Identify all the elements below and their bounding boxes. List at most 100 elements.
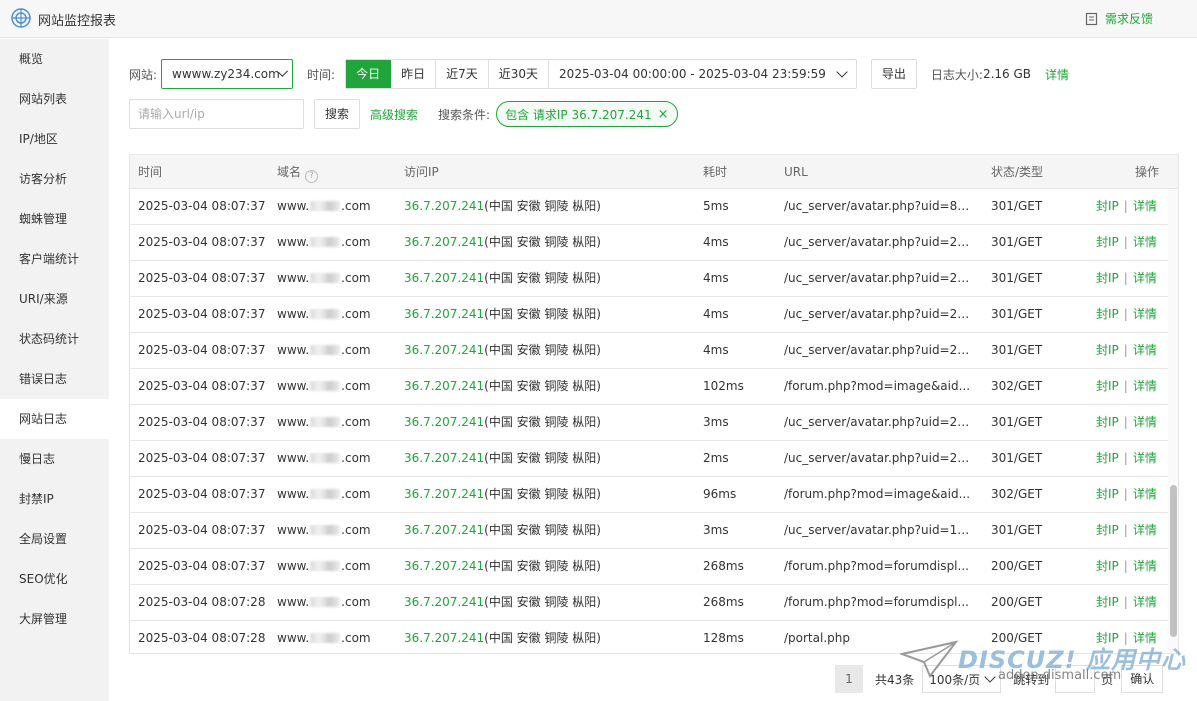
ban-ip-link[interactable]: 封IP xyxy=(1096,379,1119,393)
sidebar-item-ip-region[interactable]: IP/地区 xyxy=(0,119,109,159)
row-detail-link[interactable]: 详情 xyxy=(1133,235,1157,249)
ip-link[interactable]: 36.7.207.241 xyxy=(404,379,484,393)
row-detail-link[interactable]: 详情 xyxy=(1133,487,1157,501)
ops-separator: | xyxy=(1123,235,1128,249)
cell-status: 301/GET xyxy=(991,235,1043,249)
header-ops: 操作 xyxy=(1135,165,1160,179)
search-button[interactable]: 搜索 xyxy=(314,99,361,129)
table-row: 2025-03-04 08:07:37 www. .com 36.7.207.241(… xyxy=(130,477,1168,513)
domain-suffix: .com xyxy=(341,523,371,537)
ip-link[interactable]: 36.7.207.241 xyxy=(404,487,484,501)
row-detail-link[interactable]: 详情 xyxy=(1133,523,1157,537)
ip-link[interactable]: 36.7.207.241 xyxy=(404,595,484,609)
range-7days-button[interactable]: 近7天 xyxy=(436,60,489,88)
jump-page-input[interactable] xyxy=(1055,665,1096,693)
ban-ip-link[interactable]: 封IP xyxy=(1096,343,1119,357)
search-row: 搜索 高级搜索 搜索条件: 包含 请求IP 36.7.207.241 × xyxy=(129,99,678,129)
range-yesterday-button[interactable]: 昨日 xyxy=(391,60,437,88)
sidebar-item-visitor-analysis[interactable]: 访客分析 xyxy=(0,159,109,199)
ip-link[interactable]: 36.7.207.241 xyxy=(404,199,484,213)
search-input[interactable] xyxy=(129,99,304,129)
cell-url: /portal.php xyxy=(784,631,850,645)
ip-link[interactable]: 36.7.207.241 xyxy=(404,631,484,645)
sidebar-item-uri-source[interactable]: URI/来源 xyxy=(0,279,109,319)
row-detail-link[interactable]: 详情 xyxy=(1133,199,1157,213)
redacted-blur xyxy=(310,237,341,247)
ip-link[interactable]: 36.7.207.241 xyxy=(404,307,484,321)
cell-ops: 封IP | 详情 xyxy=(1096,477,1157,512)
sidebar-item-error-log[interactable]: 错误日志 xyxy=(0,359,109,399)
log-size-detail-link[interactable]: 详情 xyxy=(1045,66,1069,83)
domain-prefix: www. xyxy=(277,415,310,429)
sidebar-item-slow-log[interactable]: 慢日志 xyxy=(0,439,109,479)
sidebar-item-seo[interactable]: SEO优化 xyxy=(0,559,109,599)
page-unit-label: 页 xyxy=(1101,672,1114,687)
page-size-select[interactable]: 100条/页 xyxy=(922,665,1002,693)
sidebar-item-site-log[interactable]: 网站日志 xyxy=(0,399,109,439)
advanced-search-link[interactable]: 高级搜索 xyxy=(370,106,418,123)
sidebar-item-spider[interactable]: 蜘蛛管理 xyxy=(0,199,109,239)
ban-ip-link[interactable]: 封IP xyxy=(1096,631,1119,645)
sidebar-item-site-list[interactable]: 网站列表 xyxy=(0,79,109,119)
scrollbar-thumb[interactable] xyxy=(1170,485,1177,637)
sidebar-item-big-screen[interactable]: 大屏管理 xyxy=(0,599,109,639)
row-detail-link[interactable]: 详情 xyxy=(1133,343,1157,357)
ban-ip-link[interactable]: 封IP xyxy=(1096,199,1119,213)
feedback-button[interactable]: 需求反馈 xyxy=(1085,10,1153,27)
sidebar-item-status-codes[interactable]: 状态码统计 xyxy=(0,319,109,359)
ban-ip-link[interactable]: 封IP xyxy=(1096,415,1119,429)
row-detail-link[interactable]: 详情 xyxy=(1133,415,1157,429)
ban-ip-link[interactable]: 封IP xyxy=(1096,235,1119,249)
ban-ip-link[interactable]: 封IP xyxy=(1096,595,1119,609)
ip-link[interactable]: 36.7.207.241 xyxy=(404,343,484,357)
table-row: 2025-03-04 08:07:28 www. .com 36.7.207.241(… xyxy=(130,585,1168,621)
ban-ip-link[interactable]: 封IP xyxy=(1096,523,1119,537)
row-detail-link[interactable]: 详情 xyxy=(1133,379,1157,393)
row-detail-link[interactable]: 详情 xyxy=(1133,451,1157,465)
header-domain-label: 域名 xyxy=(277,165,302,179)
row-detail-link[interactable]: 详情 xyxy=(1133,631,1157,645)
ip-location: (中国 安徽 铜陵 枞阳) xyxy=(484,235,601,249)
date-range-picker[interactable]: 2025-03-04 00:00:00 - 2025-03-04 23:59:5… xyxy=(549,60,856,88)
cell-status: 301/GET xyxy=(991,307,1043,321)
ops-separator: | xyxy=(1123,559,1128,573)
page-number-button[interactable]: 1 xyxy=(835,665,863,693)
ban-ip-link[interactable]: 封IP xyxy=(1096,307,1119,321)
ban-ip-link[interactable]: 封IP xyxy=(1096,559,1119,573)
ban-ip-link[interactable]: 封IP xyxy=(1096,271,1119,285)
table-scrollbar[interactable] xyxy=(1168,189,1178,653)
close-icon[interactable]: × xyxy=(658,108,669,121)
table-row: 2025-03-04 08:07:37 www. .com 36.7.207.241(… xyxy=(130,369,1168,405)
cell-ops: 封IP | 详情 xyxy=(1096,549,1157,584)
help-circle-icon[interactable]: ? xyxy=(305,170,319,183)
row-detail-link[interactable]: 详情 xyxy=(1133,307,1157,321)
ip-link[interactable]: 36.7.207.241 xyxy=(404,559,484,573)
sidebar-item-client-stats[interactable]: 客户端统计 xyxy=(0,239,109,279)
range-today-button[interactable]: 今日 xyxy=(346,60,392,88)
domain-suffix: .com xyxy=(341,343,371,357)
ip-link[interactable]: 36.7.207.241 xyxy=(404,271,484,285)
sidebar-item-banned-ip[interactable]: 封禁IP xyxy=(0,479,109,519)
ip-link[interactable]: 36.7.207.241 xyxy=(404,451,484,465)
export-button[interactable]: 导出 xyxy=(870,59,917,89)
cell-ip: 36.7.207.241(中国 安徽 铜陵 枞阳) xyxy=(404,585,601,620)
ip-link[interactable]: 36.7.207.241 xyxy=(404,523,484,537)
sidebar-item-global-settings[interactable]: 全局设置 xyxy=(0,519,109,559)
row-detail-link[interactable]: 详情 xyxy=(1133,271,1157,285)
domain-prefix: www. xyxy=(277,343,310,357)
row-detail-link[interactable]: 详情 xyxy=(1133,559,1157,573)
sidebar-item-overview[interactable]: 概览 xyxy=(0,39,109,79)
cell-time: 2025-03-04 08:07:37 xyxy=(138,487,266,501)
cell-ops: 封IP | 详情 xyxy=(1096,333,1157,368)
jump-confirm-button[interactable]: 确认 xyxy=(1121,665,1164,693)
domain-prefix: www. xyxy=(277,235,310,249)
ip-link[interactable]: 36.7.207.241 xyxy=(404,235,484,249)
ip-link[interactable]: 36.7.207.241 xyxy=(404,415,484,429)
ban-ip-link[interactable]: 封IP xyxy=(1096,451,1119,465)
range-30days-button[interactable]: 近30天 xyxy=(489,60,550,88)
site-select[interactable]: wwww.zy234.com xyxy=(161,59,294,89)
ban-ip-link[interactable]: 封IP xyxy=(1096,487,1119,501)
domain-prefix: www. xyxy=(277,451,310,465)
cell-time: 2025-03-04 08:07:37 xyxy=(138,379,266,393)
row-detail-link[interactable]: 详情 xyxy=(1133,595,1157,609)
